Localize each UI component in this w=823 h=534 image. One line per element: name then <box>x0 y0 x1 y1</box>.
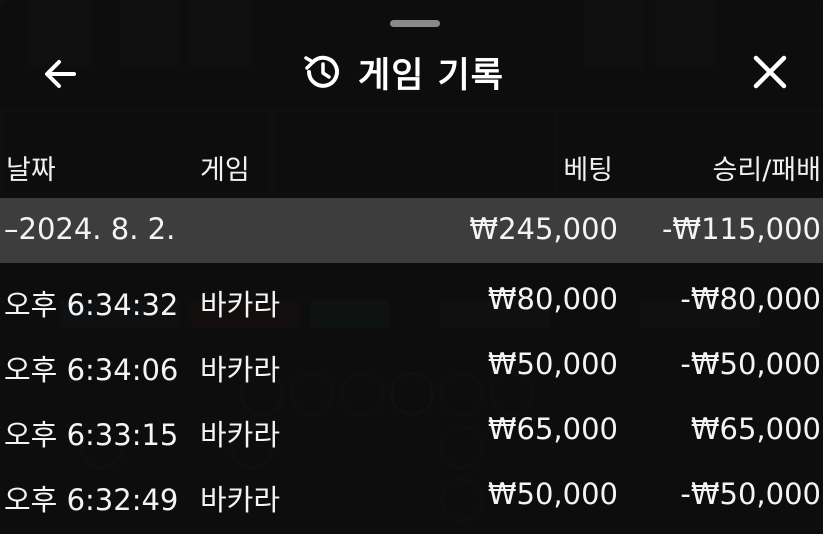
date-group-bet-total: ₩245,000 <box>469 212 618 246</box>
row-game: 바카라 <box>200 483 281 517</box>
back-button[interactable] <box>38 52 82 96</box>
row-bet: ₩80,000 <box>487 282 618 316</box>
row-game: 바카라 <box>200 418 281 452</box>
column-header-result: 승리/패배 <box>712 155 821 186</box>
date-group-label: –2024. 8. 2. <box>4 212 176 246</box>
date-group-row[interactable]: –2024. 8. 2. ₩245,000 -₩115,000 <box>0 198 823 263</box>
row-time: 오후 6:33:15 <box>4 418 179 452</box>
row-game: 바카라 <box>200 288 281 322</box>
row-time: 오후 6:34:06 <box>4 353 179 387</box>
row-time: 오후 6:32:49 <box>4 483 179 517</box>
close-icon <box>753 55 787 89</box>
header-title-group: 게임 기록 <box>300 48 504 96</box>
row-result: -₩50,000 <box>680 347 821 381</box>
column-header-bet: 베팅 <box>563 155 613 186</box>
row-game: 바카라 <box>200 353 281 387</box>
history-icon <box>304 55 339 88</box>
arrow-left-icon <box>45 60 76 88</box>
row-bet: ₩50,000 <box>487 477 618 511</box>
row-result: -₩80,000 <box>680 282 821 316</box>
row-time: 오후 6:34:32 <box>4 288 179 322</box>
column-header-game: 게임 <box>200 155 250 186</box>
column-header-date: 날짜 <box>6 155 56 186</box>
close-button[interactable] <box>746 48 794 96</box>
row-result: ₩65,000 <box>690 412 821 446</box>
row-bet: ₩65,000 <box>487 412 618 446</box>
row-bet: ₩50,000 <box>487 347 618 381</box>
date-group-result-total: -₩115,000 <box>661 212 821 246</box>
row-result: -₩50,000 <box>680 477 821 511</box>
game-history-sheet: 게임 기록 날짜 게임 베팅 승리/패배 –2024. 8. 2. ₩245,0… <box>0 0 823 534</box>
page-title: 게임 기록 <box>358 55 504 96</box>
drag-handle[interactable] <box>390 20 440 27</box>
